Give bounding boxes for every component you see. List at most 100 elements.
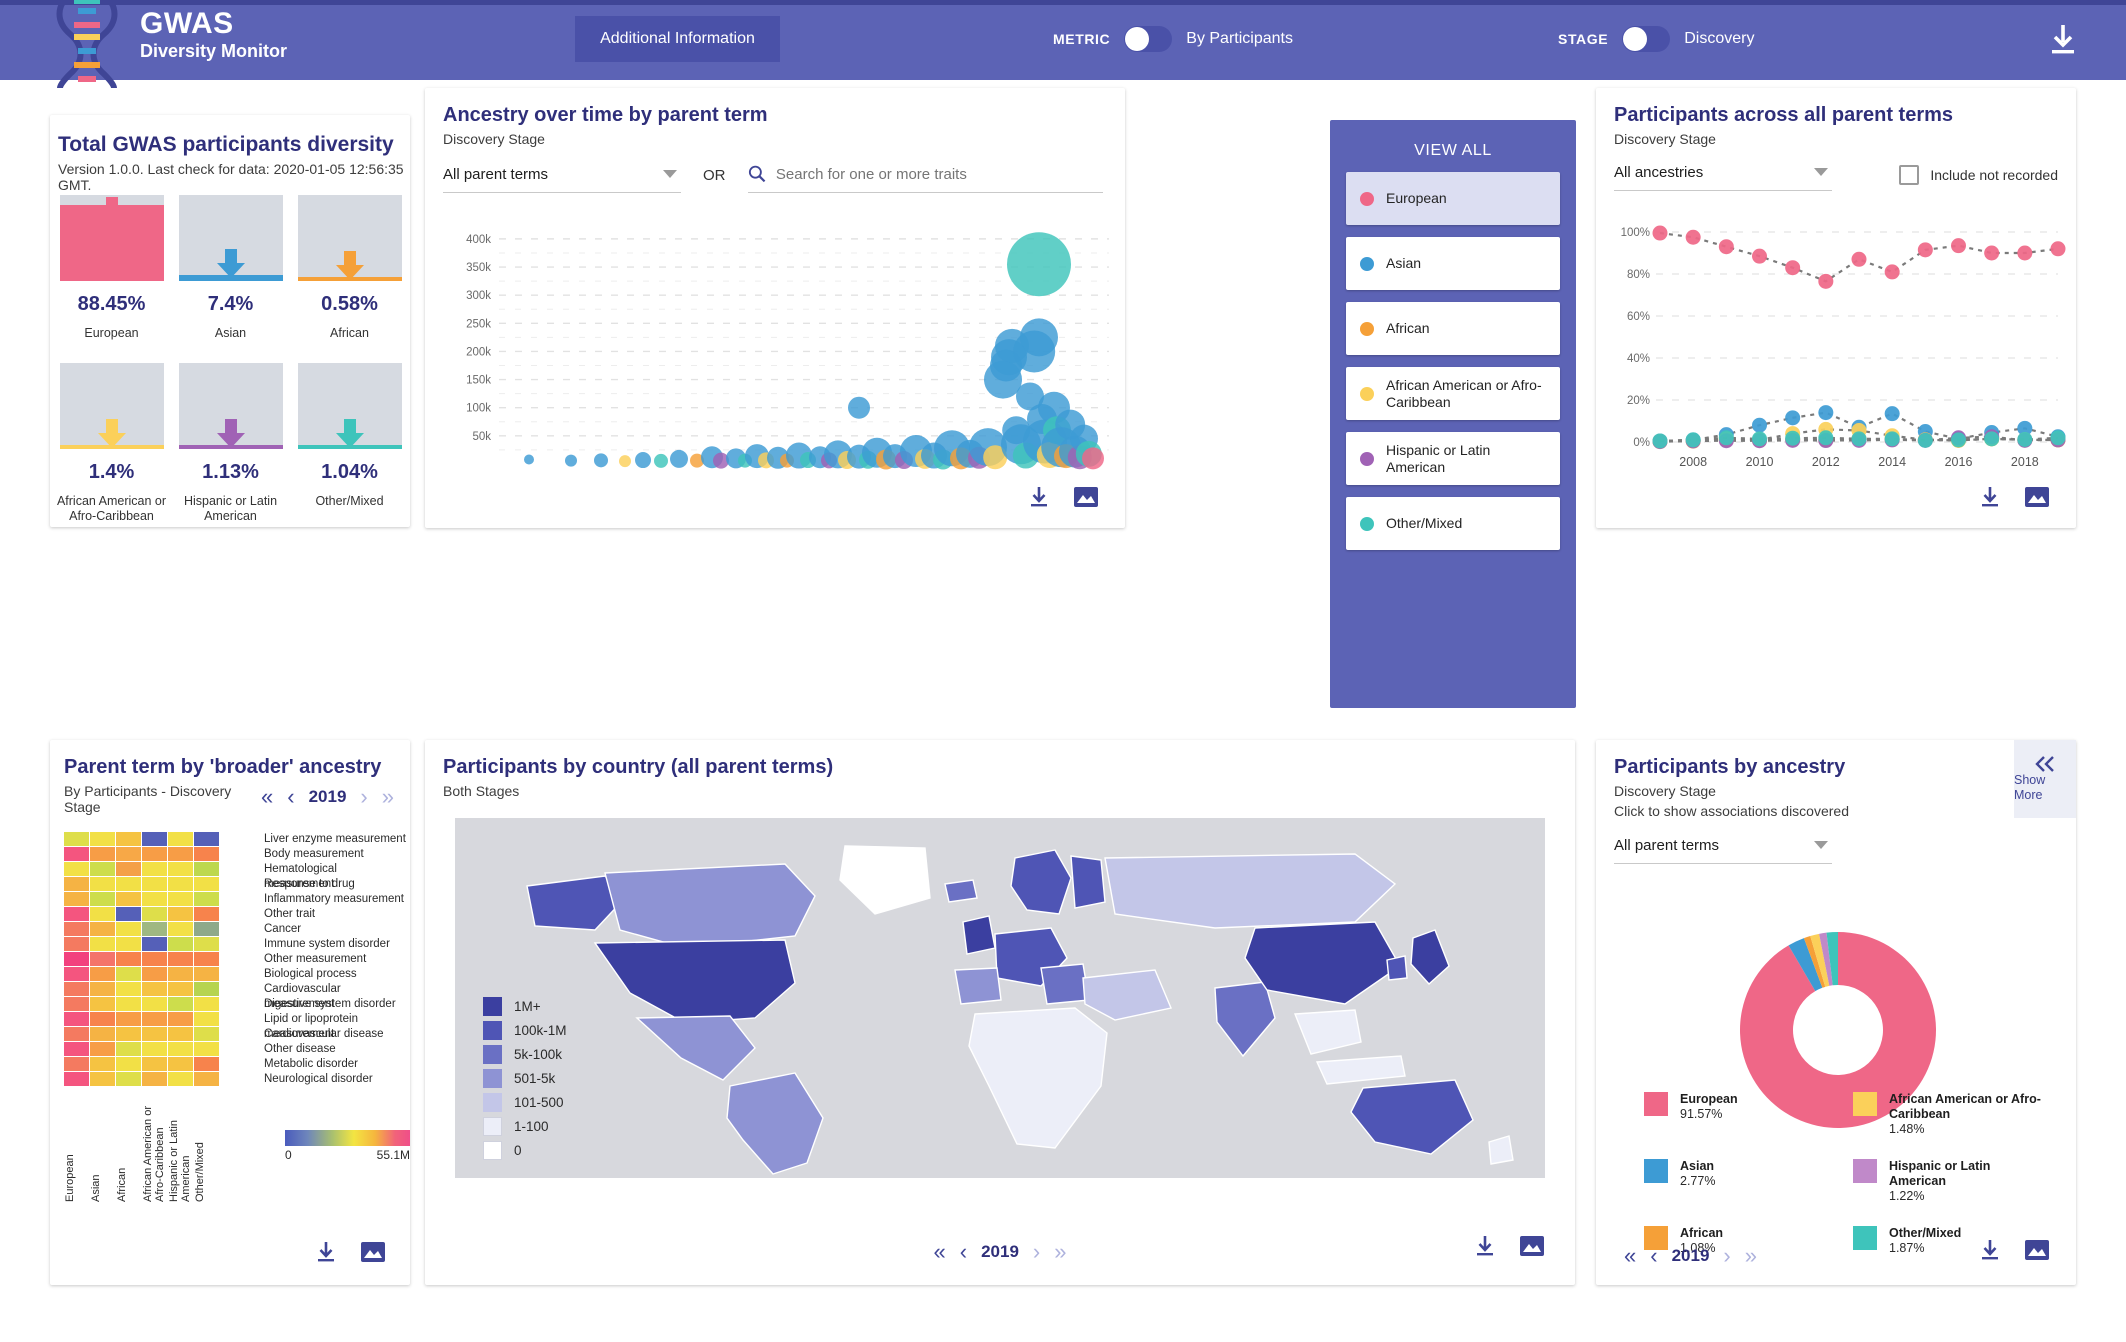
- heatmap-cell[interactable]: [90, 877, 115, 891]
- heatmap-cell[interactable]: [64, 982, 89, 996]
- donut-year-next-button[interactable]: ›: [1723, 1245, 1730, 1267]
- heatmap-cell[interactable]: [168, 862, 193, 876]
- heatmap-cell[interactable]: [142, 892, 167, 906]
- heatmap-cell[interactable]: [116, 922, 141, 936]
- heatmap-cell[interactable]: [142, 832, 167, 846]
- heatmap-cell[interactable]: [168, 997, 193, 1011]
- heatmap-cell[interactable]: [194, 1072, 219, 1086]
- heatmap-cell[interactable]: [194, 922, 219, 936]
- stage-toggle-switch[interactable]: [1622, 26, 1671, 52]
- heatmap-cell[interactable]: [168, 937, 193, 951]
- heatmap-cell[interactable]: [90, 1072, 115, 1086]
- heatmap-cell[interactable]: [116, 952, 141, 966]
- heatmap-cell[interactable]: [194, 952, 219, 966]
- heatmap-cell[interactable]: [168, 1057, 193, 1071]
- heatmap-cell[interactable]: [142, 1042, 167, 1056]
- download-icon[interactable]: [1473, 1234, 1497, 1263]
- heatmap-cell[interactable]: [64, 1042, 89, 1056]
- heatmap-cell[interactable]: [142, 1072, 167, 1086]
- heatmap-cell[interactable]: [116, 967, 141, 981]
- download-icon[interactable]: [314, 1240, 338, 1269]
- heatmap-cell[interactable]: [90, 1057, 115, 1071]
- heatmap-cell[interactable]: [142, 907, 167, 921]
- heatmap-cell[interactable]: [90, 1027, 115, 1041]
- legend-item-european[interactable]: European: [1346, 172, 1560, 225]
- heatmap-cell[interactable]: [116, 1072, 141, 1086]
- heatmap-cell[interactable]: [116, 1057, 141, 1071]
- heatmap-cell[interactable]: [116, 877, 141, 891]
- legend-item-african[interactable]: African: [1346, 302, 1560, 355]
- heatmap-cell[interactable]: [64, 832, 89, 846]
- heatmap-cell[interactable]: [64, 847, 89, 861]
- heatmap-cell[interactable]: [168, 1072, 193, 1086]
- heatmap-cell[interactable]: [64, 862, 89, 876]
- heatmap-cell[interactable]: [142, 937, 167, 951]
- heatmap-grid[interactable]: [64, 832, 219, 1086]
- heatmap-cell[interactable]: [90, 967, 115, 981]
- heatmap-cell[interactable]: [90, 1042, 115, 1056]
- heatmap-cell[interactable]: [64, 1072, 89, 1086]
- world-map[interactable]: 1M+ 100k-1M 5k-100k 501-5k 101-500 1-100 0: [455, 818, 1545, 1178]
- year-next-button[interactable]: ›: [360, 786, 367, 808]
- heatmap-cell[interactable]: [142, 1027, 167, 1041]
- heatmap-cell[interactable]: [194, 907, 219, 921]
- heatmap-cell[interactable]: [168, 907, 193, 921]
- heatmap-cell[interactable]: [194, 967, 219, 981]
- heatmap-cell[interactable]: [116, 862, 141, 876]
- heatmap-cell[interactable]: [168, 952, 193, 966]
- additional-information-button[interactable]: Additional Information: [575, 16, 780, 62]
- heatmap-cell[interactable]: [194, 1027, 219, 1041]
- heatmap-cell[interactable]: [168, 1042, 193, 1056]
- heatmap-cell[interactable]: [90, 832, 115, 846]
- heatmap-cell[interactable]: [116, 1012, 141, 1026]
- include-not-recorded-row[interactable]: Include not recorded: [1899, 165, 2058, 185]
- heatmap-cell[interactable]: [116, 1027, 141, 1041]
- heatmap-cell[interactable]: [142, 997, 167, 1011]
- image-icon[interactable]: [1073, 485, 1099, 514]
- heatmap-cell[interactable]: [116, 1042, 141, 1056]
- heatmap-cell[interactable]: [168, 1027, 193, 1041]
- donut-parent-term-select[interactable]: All parent terms: [1614, 837, 1832, 864]
- heatmap-cell[interactable]: [64, 1027, 89, 1041]
- show-more-button[interactable]: Show More: [2014, 740, 2076, 818]
- legend-item-asian[interactable]: Asian: [1346, 237, 1560, 290]
- heatmap-cell[interactable]: [116, 937, 141, 951]
- heatmap-cell[interactable]: [64, 1057, 89, 1071]
- heatmap-cell[interactable]: [142, 847, 167, 861]
- image-icon[interactable]: [2024, 485, 2050, 514]
- download-icon[interactable]: [1027, 485, 1051, 514]
- metric-toggle-switch[interactable]: [1124, 26, 1173, 52]
- heatmap-cell[interactable]: [168, 832, 193, 846]
- heatmap-cell[interactable]: [194, 982, 219, 996]
- heatmap-cell[interactable]: [194, 937, 219, 951]
- heatmap-cell[interactable]: [90, 862, 115, 876]
- donut-legend-item[interactable]: Hispanic or Latin American 1.22%: [1853, 1159, 2044, 1204]
- heatmap-cell[interactable]: [64, 922, 89, 936]
- image-icon[interactable]: [1519, 1234, 1545, 1263]
- heatmap-cell[interactable]: [168, 892, 193, 906]
- heatmap-cell[interactable]: [90, 997, 115, 1011]
- heatmap-cell[interactable]: [194, 832, 219, 846]
- heatmap-cell[interactable]: [142, 952, 167, 966]
- map-year-first-button[interactable]: «: [934, 1241, 946, 1263]
- heatmap-cell[interactable]: [64, 1012, 89, 1026]
- heatmap-cell[interactable]: [64, 892, 89, 906]
- donut-year-last-button[interactable]: »: [1745, 1245, 1757, 1267]
- heatmap-cell[interactable]: [64, 877, 89, 891]
- heatmap-cell[interactable]: [90, 922, 115, 936]
- download-icon[interactable]: [2046, 22, 2080, 58]
- image-icon[interactable]: [360, 1240, 386, 1269]
- heatmap-cell[interactable]: [142, 1012, 167, 1026]
- heatmap-cell[interactable]: [194, 1042, 219, 1056]
- heatmap-cell[interactable]: [142, 967, 167, 981]
- heatmap-cell[interactable]: [90, 892, 115, 906]
- trait-search-box[interactable]: [747, 164, 1103, 193]
- heatmap-cell[interactable]: [116, 907, 141, 921]
- image-icon[interactable]: [2024, 1238, 2050, 1267]
- heatmap-cell[interactable]: [142, 982, 167, 996]
- heatmap-cell[interactable]: [194, 892, 219, 906]
- heatmap-cell[interactable]: [168, 922, 193, 936]
- legend-item-african-american-or-afro-caribbean[interactable]: African American or Afro-Caribbean: [1346, 367, 1560, 420]
- donut-year-prev-button[interactable]: ‹: [1650, 1245, 1657, 1267]
- heatmap-cell[interactable]: [90, 1012, 115, 1026]
